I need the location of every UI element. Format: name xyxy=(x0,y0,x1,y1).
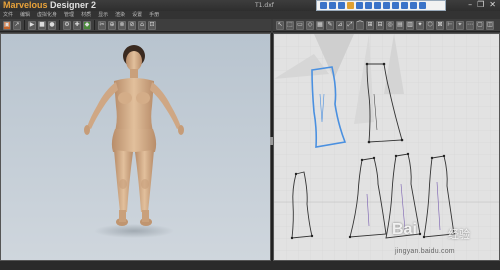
tool3d-button-16[interactable]: ⊡ xyxy=(148,20,156,30)
app-brand: Marvelous Designer 2 xyxy=(3,0,96,11)
menu-material[interactable]: 材质 xyxy=(81,11,91,19)
tool3d-button-8[interactable]: ✚ xyxy=(73,20,81,30)
toolbox-tool-6[interactable] xyxy=(374,2,381,9)
tool2d-button-19[interactable]: ⋯ xyxy=(466,20,474,30)
tool3d-separator xyxy=(59,20,60,30)
tool2d-button-21[interactable]: ◫ xyxy=(486,20,494,30)
tool2d-button-12[interactable]: ▤ xyxy=(396,20,404,30)
toolbox-tool-11[interactable] xyxy=(419,2,426,9)
tool2d-button-18[interactable]: ⌖ xyxy=(456,20,464,30)
toolbox-tool-8[interactable] xyxy=(392,2,399,9)
tool3d-button-15[interactable]: ⌂ xyxy=(138,20,146,30)
tool2d-button-6[interactable]: ⊿ xyxy=(336,20,344,30)
toolbox-tool-7[interactable] xyxy=(383,2,390,9)
menu-avatar[interactable]: 虚拟化身 xyxy=(37,11,57,19)
tool2d-button-11[interactable]: ◎ xyxy=(386,20,394,30)
toolbox-tool-4[interactable] xyxy=(356,2,363,9)
menu-display[interactable]: 显示 xyxy=(98,11,108,19)
tool2d-button-7[interactable]: ⤢ xyxy=(346,20,354,30)
tool3d-button-3[interactable]: ▶ xyxy=(28,20,36,30)
window-controls: – ❐ ✕ xyxy=(468,1,496,9)
tool3d-button-7[interactable]: ⚙ xyxy=(63,20,71,30)
menu-bar: 文件 编辑 虚拟化身 管理 材质 显示 渲染 设置 手册 xyxy=(0,11,500,19)
tool3d-button-14[interactable]: ⊘ xyxy=(128,20,136,30)
floating-toolbox[interactable] xyxy=(316,0,446,11)
tool2d-button-15[interactable]: ⬡ xyxy=(426,20,434,30)
tool2d-button-9[interactable]: ⊞ xyxy=(366,20,374,30)
toolbox-tool-9[interactable] xyxy=(401,2,408,9)
tool2d-button-5[interactable]: ✎ xyxy=(326,20,334,30)
toolbar-2d: ↖ ⬚ ▭ ◇ ▦ ✎ ⊿ ⤢ ⌒ ⊞ ⊟ ◎ ▤ ▥ ✦ ⬡ ⊠ ⊢ ⌖ ⋯ ▢ ◫ xyxy=(273,19,500,32)
tool3d-button-11[interactable]: ✂ xyxy=(98,20,106,30)
avatar-figure xyxy=(84,45,184,238)
tool2d-button-2[interactable]: ▭ xyxy=(296,20,304,30)
tool2d-button-20[interactable]: ▢ xyxy=(476,20,484,30)
status-bar xyxy=(0,261,500,270)
tool2d-button-1[interactable]: ⬚ xyxy=(286,20,294,30)
tool3d-separator xyxy=(24,20,25,30)
close-icon[interactable]: ✕ xyxy=(489,1,496,9)
toolbox-tool-1[interactable] xyxy=(329,2,336,9)
tool2d-button-10[interactable]: ⊟ xyxy=(376,20,384,30)
tool2d-button-16[interactable]: ⊠ xyxy=(436,20,444,30)
tool3d-button-1[interactable]: ↗ xyxy=(13,20,21,30)
minimize-icon[interactable]: – xyxy=(468,1,472,9)
menu-settings[interactable]: 设置 xyxy=(132,11,142,19)
tool2d-button-13[interactable]: ▥ xyxy=(406,20,414,30)
tool2d-button-0[interactable]: ↖ xyxy=(276,20,284,30)
toolbar-3d: ▣ ↗ ▶ ■ ● ⚙ ✚ ◆ ✂ ⊕ ⊗ ⊘ ⌂ ⊡ xyxy=(0,19,271,32)
menu-manage[interactable]: 管理 xyxy=(64,11,74,19)
tool2d-button-8[interactable]: ⌒ xyxy=(356,20,364,30)
brand-name: Marvelous xyxy=(3,0,48,10)
toolbox-tool-3[interactable] xyxy=(347,2,354,9)
tool3d-separator xyxy=(94,20,95,30)
toolbox-tool-5[interactable] xyxy=(365,2,372,9)
tool3d-button-0[interactable]: ▣ xyxy=(3,20,11,30)
tool2d-button-4[interactable]: ▦ xyxy=(316,20,324,30)
tool2d-button-3[interactable]: ◇ xyxy=(306,20,314,30)
marvelous-designer-window: Marvelous Designer 2 T1.dxf – ❐ ✕ 文件 编辑 … xyxy=(0,0,500,270)
menu-render[interactable]: 渲染 xyxy=(115,11,125,19)
watermark-label: 经验 xyxy=(448,228,470,241)
tool2d-button-17[interactable]: ⊢ xyxy=(446,20,454,30)
tool3d-button-5[interactable]: ● xyxy=(48,20,56,30)
menu-manual[interactable]: 手册 xyxy=(149,11,159,19)
viewport-3d[interactable] xyxy=(0,33,271,261)
toolbox-tool-10[interactable] xyxy=(410,2,417,9)
tool3d-button-4[interactable]: ■ xyxy=(38,20,46,30)
tool3d-button-12[interactable]: ⊕ xyxy=(108,20,116,30)
toolbox-tool-0[interactable] xyxy=(320,2,327,9)
document-title: T1.dxf xyxy=(255,2,274,9)
menu-file[interactable]: 文件 xyxy=(3,11,13,19)
tool3d-button-9[interactable]: ◆ xyxy=(83,20,91,30)
toolbox-tool-2[interactable] xyxy=(338,2,345,9)
brand-suffix: Designer 2 xyxy=(47,0,97,10)
watermark-url: jingyan.baidu.com xyxy=(395,248,455,255)
title-bar: Marvelous Designer 2 T1.dxf – ❐ ✕ xyxy=(0,0,500,11)
menu-edit[interactable]: 编辑 xyxy=(20,11,30,19)
tool3d-button-13[interactable]: ⊗ xyxy=(118,20,126,30)
watermark-logo: Bai xyxy=(392,221,417,238)
tool2d-button-14[interactable]: ✦ xyxy=(416,20,424,30)
restore-icon[interactable]: ❐ xyxy=(477,1,484,9)
